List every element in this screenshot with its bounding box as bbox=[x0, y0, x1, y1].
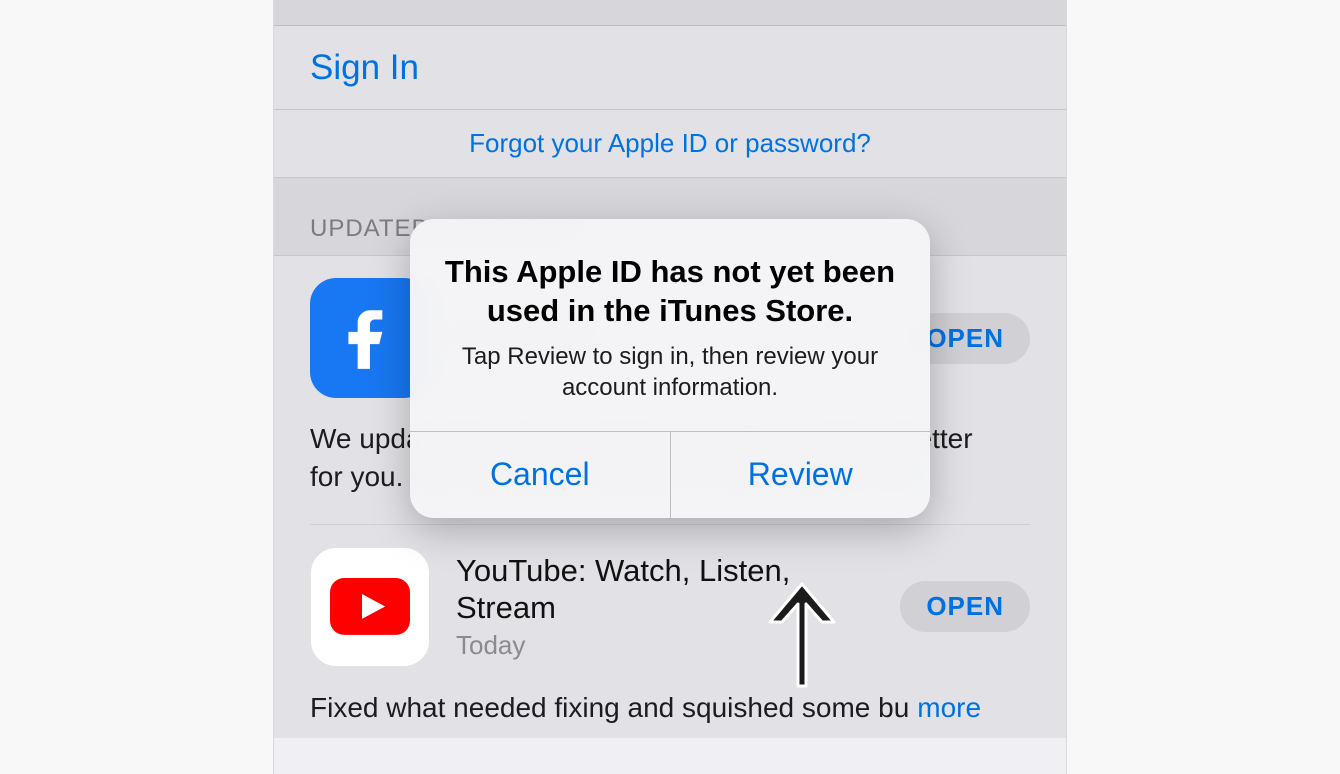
alert-body: This Apple ID has not yet been used in t… bbox=[410, 219, 930, 431]
sign-in-row[interactable]: Sign In bbox=[274, 26, 1066, 110]
header-spacer bbox=[274, 0, 1066, 26]
app-date: Today bbox=[456, 630, 874, 661]
review-button[interactable]: Review bbox=[670, 432, 931, 518]
app-item-youtube[interactable]: YouTube: Watch, Listen, Stream Today OPE… bbox=[274, 525, 1066, 739]
apple-id-alert: This Apple ID has not yet been used in t… bbox=[410, 219, 930, 518]
forgot-apple-id-link[interactable]: Forgot your Apple ID or password? bbox=[469, 128, 871, 159]
app-name: YouTube: Watch, Listen, Stream bbox=[456, 552, 874, 626]
app-meta: YouTube: Watch, Listen, Stream Today bbox=[456, 552, 874, 661]
app-row: YouTube: Watch, Listen, Stream Today OPE… bbox=[310, 547, 1030, 667]
more-link[interactable]: more bbox=[917, 689, 981, 727]
sign-in-link[interactable]: Sign In bbox=[310, 48, 419, 88]
alert-message: Tap Review to sign in, then review your … bbox=[440, 341, 900, 403]
open-button[interactable]: OPEN bbox=[900, 581, 1030, 632]
alert-title: This Apple ID has not yet been used in t… bbox=[440, 253, 900, 331]
cancel-button[interactable]: Cancel bbox=[410, 432, 670, 518]
forgot-row[interactable]: Forgot your Apple ID or password? bbox=[274, 110, 1066, 178]
desc-line: Fixed what needed fixing and squished so… bbox=[310, 689, 909, 727]
alert-buttons: Cancel Review bbox=[410, 431, 930, 518]
app-description: Fixed what needed fixing and squished so… bbox=[310, 689, 1030, 739]
youtube-icon bbox=[310, 547, 430, 667]
